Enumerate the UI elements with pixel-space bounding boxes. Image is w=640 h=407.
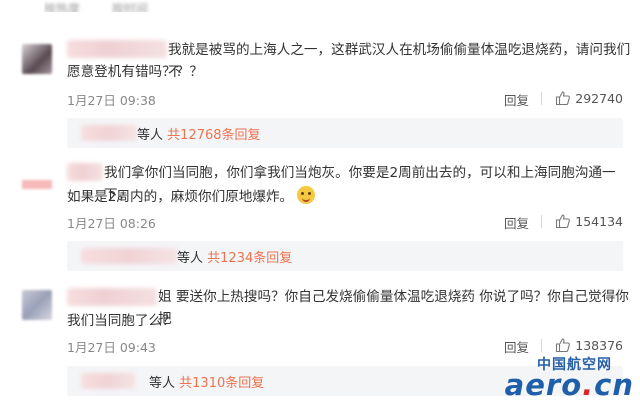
comment-text-line2: 愿意登机有错吗？？？ bbox=[67, 64, 203, 80]
watermark-en-tld: cn bbox=[594, 368, 634, 402]
comment-text-line2: 如果是2周内的，麻烦你们原地爆炸。 bbox=[67, 189, 294, 205]
username-redacted[interactable] bbox=[67, 163, 103, 181]
watermark-en-main: aero bbox=[504, 368, 583, 402]
tab-hot[interactable]: 按热度 bbox=[44, 0, 80, 12]
comment-text: 我就是被骂的上海人之一，这群武汉人在机场偷偷量体温吃退烧药，请问我们不 bbox=[168, 39, 640, 83]
thumbs-up-icon bbox=[556, 91, 571, 106]
like-button[interactable]: 154134 bbox=[555, 213, 623, 229]
username-redacted[interactable] bbox=[67, 40, 167, 58]
avatar[interactable] bbox=[22, 44, 52, 74]
grin-emoji-icon bbox=[297, 186, 316, 204]
comment-text: 愿意登机有错吗？？？ bbox=[67, 61, 203, 83]
sort-tabs: 按热度 按时间 bbox=[44, 0, 176, 12]
watermark-en: aero.cn bbox=[505, 368, 634, 402]
comment-text-line2: 我们当同胞了么？ bbox=[67, 313, 176, 329]
like-button[interactable]: 138376 bbox=[555, 337, 623, 353]
comment-meta: 1月27日 09:43 回复 138376 bbox=[67, 337, 623, 356]
like-button[interactable]: 292740 bbox=[555, 90, 623, 106]
sub-username-redacted bbox=[81, 125, 137, 141]
like-count: 154134 bbox=[575, 213, 623, 229]
tab-time[interactable]: 按时间 bbox=[112, 0, 148, 12]
sub-replies-box[interactable]: 等人 共1234条回复 bbox=[67, 241, 623, 271]
username-redacted[interactable] bbox=[67, 288, 157, 306]
sub-suffix: 等人 bbox=[137, 128, 164, 143]
comment-text: 如果是2周内的，麻烦你们原地爆炸。 bbox=[67, 186, 316, 208]
sub-username-redacted bbox=[81, 373, 135, 389]
watermark-logo: 中国航空网 aero.cn bbox=[484, 354, 634, 404]
thumbs-up-icon bbox=[556, 338, 571, 353]
timestamp: 1月27日 08:26 bbox=[67, 216, 156, 231]
sub-reply-count: 共12768条回复 bbox=[167, 128, 261, 143]
timestamp: 1月27日 09:43 bbox=[67, 340, 156, 355]
comment-text: 我们当同胞了么？ bbox=[67, 310, 176, 332]
sub-replies-summary[interactable]: 等人 共1310条回复 bbox=[149, 372, 264, 391]
sub-reply-count: 共1234条回复 bbox=[207, 251, 293, 266]
comment-meta: 1月27日 09:38 回复 292740 bbox=[67, 90, 623, 109]
like-count: 138376 bbox=[575, 337, 623, 353]
comment-text-line1: 姐 要送你上热搜吗？你自己发烧偷偷量体温吃退烧药 你说了吗？你自己觉得你把 bbox=[158, 289, 629, 327]
avatar[interactable] bbox=[22, 171, 52, 201]
sub-reply-count: 共1310条回复 bbox=[179, 376, 265, 391]
divider bbox=[541, 339, 542, 352]
like-count: 292740 bbox=[575, 90, 623, 106]
comment-text-line1: 我就是被骂的上海人之一，这群武汉人在机场偷偷量体温吃退烧药，请问我们不 bbox=[168, 42, 631, 80]
reply-button[interactable]: 回复 bbox=[504, 213, 529, 232]
comment-meta: 1月27日 08:26 回复 154134 bbox=[67, 213, 623, 232]
sub-replies-summary[interactable]: 等人 共1234条回复 bbox=[177, 247, 292, 266]
timestamp: 1月27日 09:38 bbox=[67, 93, 156, 108]
thumbs-up-icon bbox=[556, 214, 571, 229]
sub-username-redacted bbox=[81, 248, 177, 264]
divider bbox=[541, 92, 542, 105]
watermark-en-dot: . bbox=[582, 368, 595, 402]
divider bbox=[541, 215, 542, 228]
sub-replies-summary[interactable]: 等人 共12768条回复 bbox=[137, 124, 261, 143]
sub-replies-box[interactable]: 等人 共12768条回复 bbox=[67, 118, 623, 148]
sub-suffix: 等人 bbox=[177, 251, 204, 266]
reply-button[interactable]: 回复 bbox=[504, 90, 529, 109]
avatar[interactable] bbox=[22, 290, 52, 320]
comment-text: 姐 要送你上热搜吗？你自己发烧偷偷量体温吃退烧药 你说了吗？你自己觉得你把 bbox=[158, 286, 640, 330]
sub-suffix: 等人 bbox=[149, 376, 176, 391]
